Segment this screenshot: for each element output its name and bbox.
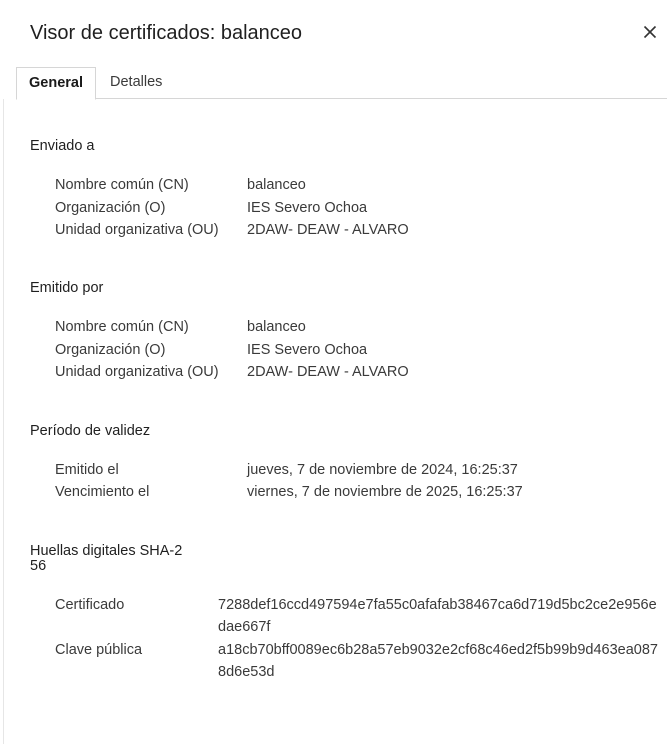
issuer-o-value: IES Severo Ochoa <box>247 342 368 358</box>
validity-heading: Período de validez <box>30 423 151 439</box>
close-button[interactable] <box>638 20 662 44</box>
fingerprint-pubkey-label: Clave pública <box>55 642 143 658</box>
issuer-o-label: Organización (O) <box>55 342 166 358</box>
fingerprint-cert-label: Certificado <box>55 597 125 613</box>
tab-details[interactable]: Detalles <box>110 67 162 98</box>
panel-left-border <box>3 99 4 744</box>
issuer-heading: Emitido por <box>30 280 104 296</box>
subject-cn-value: balanceo <box>247 177 306 193</box>
validity-issued-value: jueves, 7 de noviembre de 2024, 16:25:37 <box>247 462 518 478</box>
subject-ou-label: Unidad organizativa (OU) <box>55 222 219 238</box>
validity-issued-label: Emitido el <box>55 462 119 478</box>
fingerprints-heading: Huellas digitales SHA-256 <box>30 543 183 574</box>
fingerprint-pubkey-value: a18cb70bff0089ec6b28a57eb9032e2cf68c46ed… <box>218 642 658 680</box>
validity-expiry-value: viernes, 7 de noviembre de 2025, 16:25:3… <box>247 484 523 500</box>
validity-expiry-label: Vencimiento el <box>55 484 150 500</box>
tab-general[interactable]: General <box>16 67 96 100</box>
close-icon <box>638 20 662 44</box>
issuer-cn-label: Nombre común (CN) <box>55 319 189 335</box>
issuer-ou-value: 2DAW- DEAW - ALVARO <box>247 364 409 380</box>
fingerprint-cert-value: 7288def16ccd497594e7fa55c0afafab38467ca6… <box>218 597 657 635</box>
subject-heading: Enviado a <box>30 138 95 154</box>
subject-cn-label: Nombre común (CN) <box>55 177 189 193</box>
certificate-viewer-dialog: Visor de certificados: balanceo General … <box>0 0 667 744</box>
dialog-title: Visor de certificados: balanceo <box>30 22 303 44</box>
tab-bar-divider <box>16 98 667 99</box>
issuer-ou-label: Unidad organizativa (OU) <box>55 364 219 380</box>
subject-o-value: IES Severo Ochoa <box>247 200 368 216</box>
issuer-cn-value: balanceo <box>247 319 306 335</box>
subject-o-label: Organización (O) <box>55 200 166 216</box>
subject-ou-value: 2DAW- DEAW - ALVARO <box>247 222 409 238</box>
